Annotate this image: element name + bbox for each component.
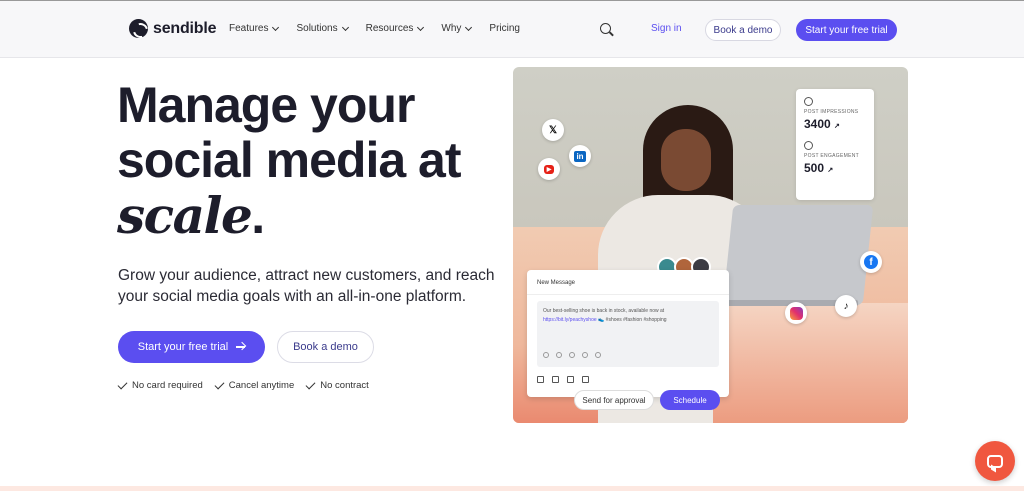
emoji-icon[interactable] [556,352,562,358]
sign-in-link[interactable]: Sign in [651,23,682,34]
laptop [722,205,874,305]
headline-line-1: Manage your [117,77,415,133]
check-item: No contract [305,379,369,391]
message-link: https://bit.ly/peachyshoe [543,317,597,323]
chevron-down-icon [465,23,473,31]
stat-label: POST ENGAGEMENT [804,153,859,159]
person-face [661,129,711,191]
message-text: Our best-selling shoe is back in stock, … [543,308,665,314]
composer-icons [543,352,601,358]
stat-value: 500 ↗ [804,161,866,175]
tiktok-icon: ♪ [835,295,857,317]
media-icon[interactable] [569,352,575,358]
nav-item-features[interactable]: Features [229,23,280,34]
start-trial-button[interactable]: Start your free trial [118,331,265,363]
top-nav: sendible Features Solutions Resources Wh… [0,0,1024,58]
gif-icon[interactable] [582,352,588,358]
x-twitter-icon: 𝕏 [542,119,564,141]
chevron-down-icon [272,23,280,31]
check-icon [305,379,316,389]
chevron-down-icon [341,23,349,31]
desk [713,303,908,423]
brand-logo[interactable]: sendible [129,19,217,38]
calendar-icon[interactable] [537,376,544,383]
headline-period: . [251,188,265,244]
book-demo-nav-button[interactable]: Book a demo [705,19,781,41]
chat-button[interactable] [975,441,1015,481]
hero-subheadline: Grow your audience, attract new customer… [118,267,495,305]
headline-line-2: social media at [117,132,461,188]
hero-headline: Manage your social media at scale. [117,78,507,244]
stat-value: 3400 ↗ [804,117,866,131]
nav-item-label: Why [441,23,462,34]
book-demo-button[interactable]: Book a demo [277,331,374,363]
nav-item-pricing[interactable]: Pricing [489,23,520,34]
check-label: No card required [132,380,203,391]
trend-up-icon: ↗ [827,167,834,174]
nav-item-label: Resources [365,23,414,34]
queue-icon[interactable] [552,376,559,383]
attach-icon[interactable] [543,352,549,358]
nav-item-why[interactable]: Why [441,23,473,34]
nav-item-label: Pricing [489,23,520,34]
benefit-checks: No card required Cancel anytime No contr… [117,379,369,391]
linkedin-icon: in [569,145,591,167]
impressions-icon [804,97,813,106]
sendible-logo-icon [129,19,148,38]
engagement-icon [804,141,813,150]
facebook-icon: f [860,251,882,273]
chat-bubble-icon [987,454,1003,468]
check-item: Cancel anytime [214,379,295,391]
impressions-value: 3400 [804,117,831,131]
headline-italic: scale [117,186,253,245]
stat-label: POST IMPRESSIONS [804,109,859,115]
brand-name: sendible [153,19,217,37]
settings-icon[interactable] [567,376,574,383]
message-tools [537,376,589,383]
check-item: No card required [117,379,203,391]
nav-item-label: Solutions [296,23,338,34]
send-for-approval-button[interactable]: Send for approval [574,390,654,410]
main-menu: Features Solutions Resources Why Pricing [229,23,538,34]
start-trial-label: Start your free trial [137,341,229,353]
engagement-value: 500 [804,161,825,175]
new-message-card: New Message Our best-selling shoe is bac… [527,270,729,397]
upload-icon[interactable] [582,376,589,383]
check-label: No contract [320,380,369,391]
stats-card: POST IMPRESSIONS 3400 ↗ POST ENGAGEMENT … [796,89,874,200]
schedule-button[interactable]: Schedule [660,390,720,410]
check-icon [117,379,128,389]
instagram-icon [785,302,807,324]
location-icon[interactable] [595,352,601,358]
chevron-down-icon [417,23,425,31]
message-title: New Message [537,280,576,286]
message-tags: 👟 #shoes #fashion #shopping [598,317,667,323]
divider [527,294,729,295]
check-label: Cancel anytime [228,380,295,391]
trend-up-icon: ↗ [834,123,840,130]
nav-item-label: Features [229,23,269,34]
start-trial-nav-button[interactable]: Start your free trial [796,19,897,41]
arrow-right-icon [236,346,246,348]
youtube-icon: ▶ [538,158,560,180]
nav-item-resources[interactable]: Resources [365,23,425,34]
bottom-strip [0,486,1024,491]
nav-item-solutions[interactable]: Solutions [296,23,349,34]
check-icon [214,379,225,389]
search-icon[interactable] [600,23,611,34]
